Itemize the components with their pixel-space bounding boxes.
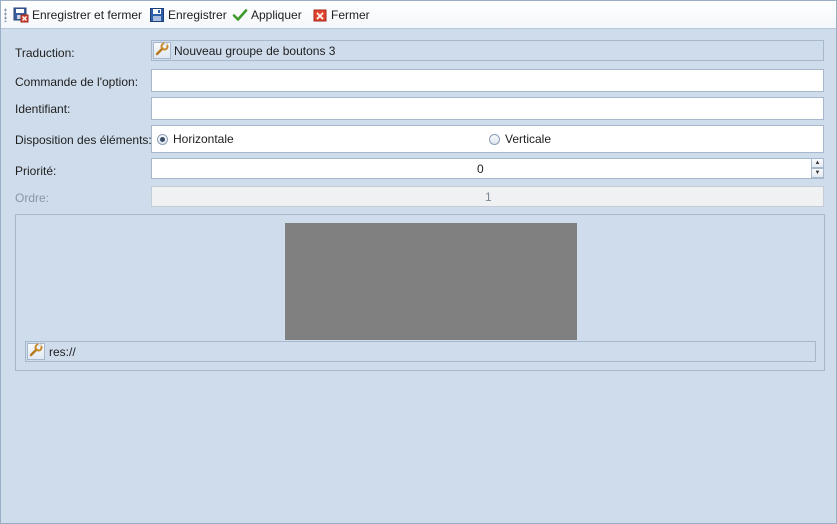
radio-vertical-label: Verticale (505, 132, 552, 146)
floppy-disk-icon (149, 7, 165, 23)
layout-label: Disposition des éléments: (15, 133, 152, 147)
layout-radio-group: Horizontale Verticale (151, 125, 824, 153)
wrench-icon (155, 42, 169, 59)
apply-label: Appliquer (251, 7, 302, 22)
spin-up-button[interactable]: ▲ (811, 158, 824, 168)
priority-label: Priorité: (15, 164, 57, 178)
save-button[interactable]: Enregistrer (149, 5, 227, 24)
translation-field[interactable]: Nouveau groupe de boutons 3 (151, 40, 824, 61)
translation-edit-button[interactable] (153, 42, 171, 59)
resource-edit-button[interactable] (27, 343, 45, 360)
translation-value: Nouveau groupe de boutons 3 (174, 44, 336, 58)
order-label: Ordre: (15, 191, 50, 205)
priority-spinner[interactable]: 0 ▲ ▼ (151, 158, 824, 179)
save-and-close-label: Enregistrer et fermer (32, 7, 143, 22)
identifier-label: Identifiant: (15, 102, 71, 116)
radio-unchecked-icon (489, 133, 500, 145)
close-button[interactable]: Fermer (312, 5, 370, 24)
save-close-icon (13, 7, 29, 23)
command-label: Commande de l'option: (15, 75, 139, 89)
close-label: Fermer (331, 7, 370, 22)
radio-vertical[interactable]: Verticale (489, 126, 551, 152)
wrench-icon (29, 343, 43, 360)
resource-path-value: res:// (49, 345, 76, 359)
identifier-input[interactable] (151, 97, 824, 120)
save-and-close-button[interactable]: Enregistrer et fermer (13, 5, 142, 24)
resource-path-field[interactable]: res:// (25, 341, 816, 362)
image-preview (285, 223, 577, 340)
image-group: res:// (15, 214, 825, 371)
toolbar: Enregistrer et fermer Enregistrer Appliq… (1, 1, 836, 29)
toolbar-grip[interactable] (4, 8, 7, 22)
apply-button[interactable]: Appliquer (232, 5, 302, 24)
priority-spin-buttons: ▲ ▼ (811, 158, 824, 179)
dialog-window: Enregistrer et fermer Enregistrer Appliq… (0, 0, 837, 524)
radio-horizontal[interactable]: Horizontale (157, 126, 234, 152)
spin-down-button[interactable]: ▼ (811, 168, 824, 178)
order-value: 1 (485, 190, 492, 204)
radio-checked-icon (157, 133, 168, 145)
save-label: Enregistrer (168, 7, 227, 22)
translation-label: Traduction: (15, 46, 75, 60)
command-input[interactable] (151, 69, 824, 92)
order-field: 1 (151, 186, 824, 207)
close-icon (312, 7, 328, 23)
priority-value: 0 (477, 162, 484, 176)
radio-horizontal-label: Horizontale (173, 132, 234, 146)
checkmark-icon (232, 7, 248, 23)
